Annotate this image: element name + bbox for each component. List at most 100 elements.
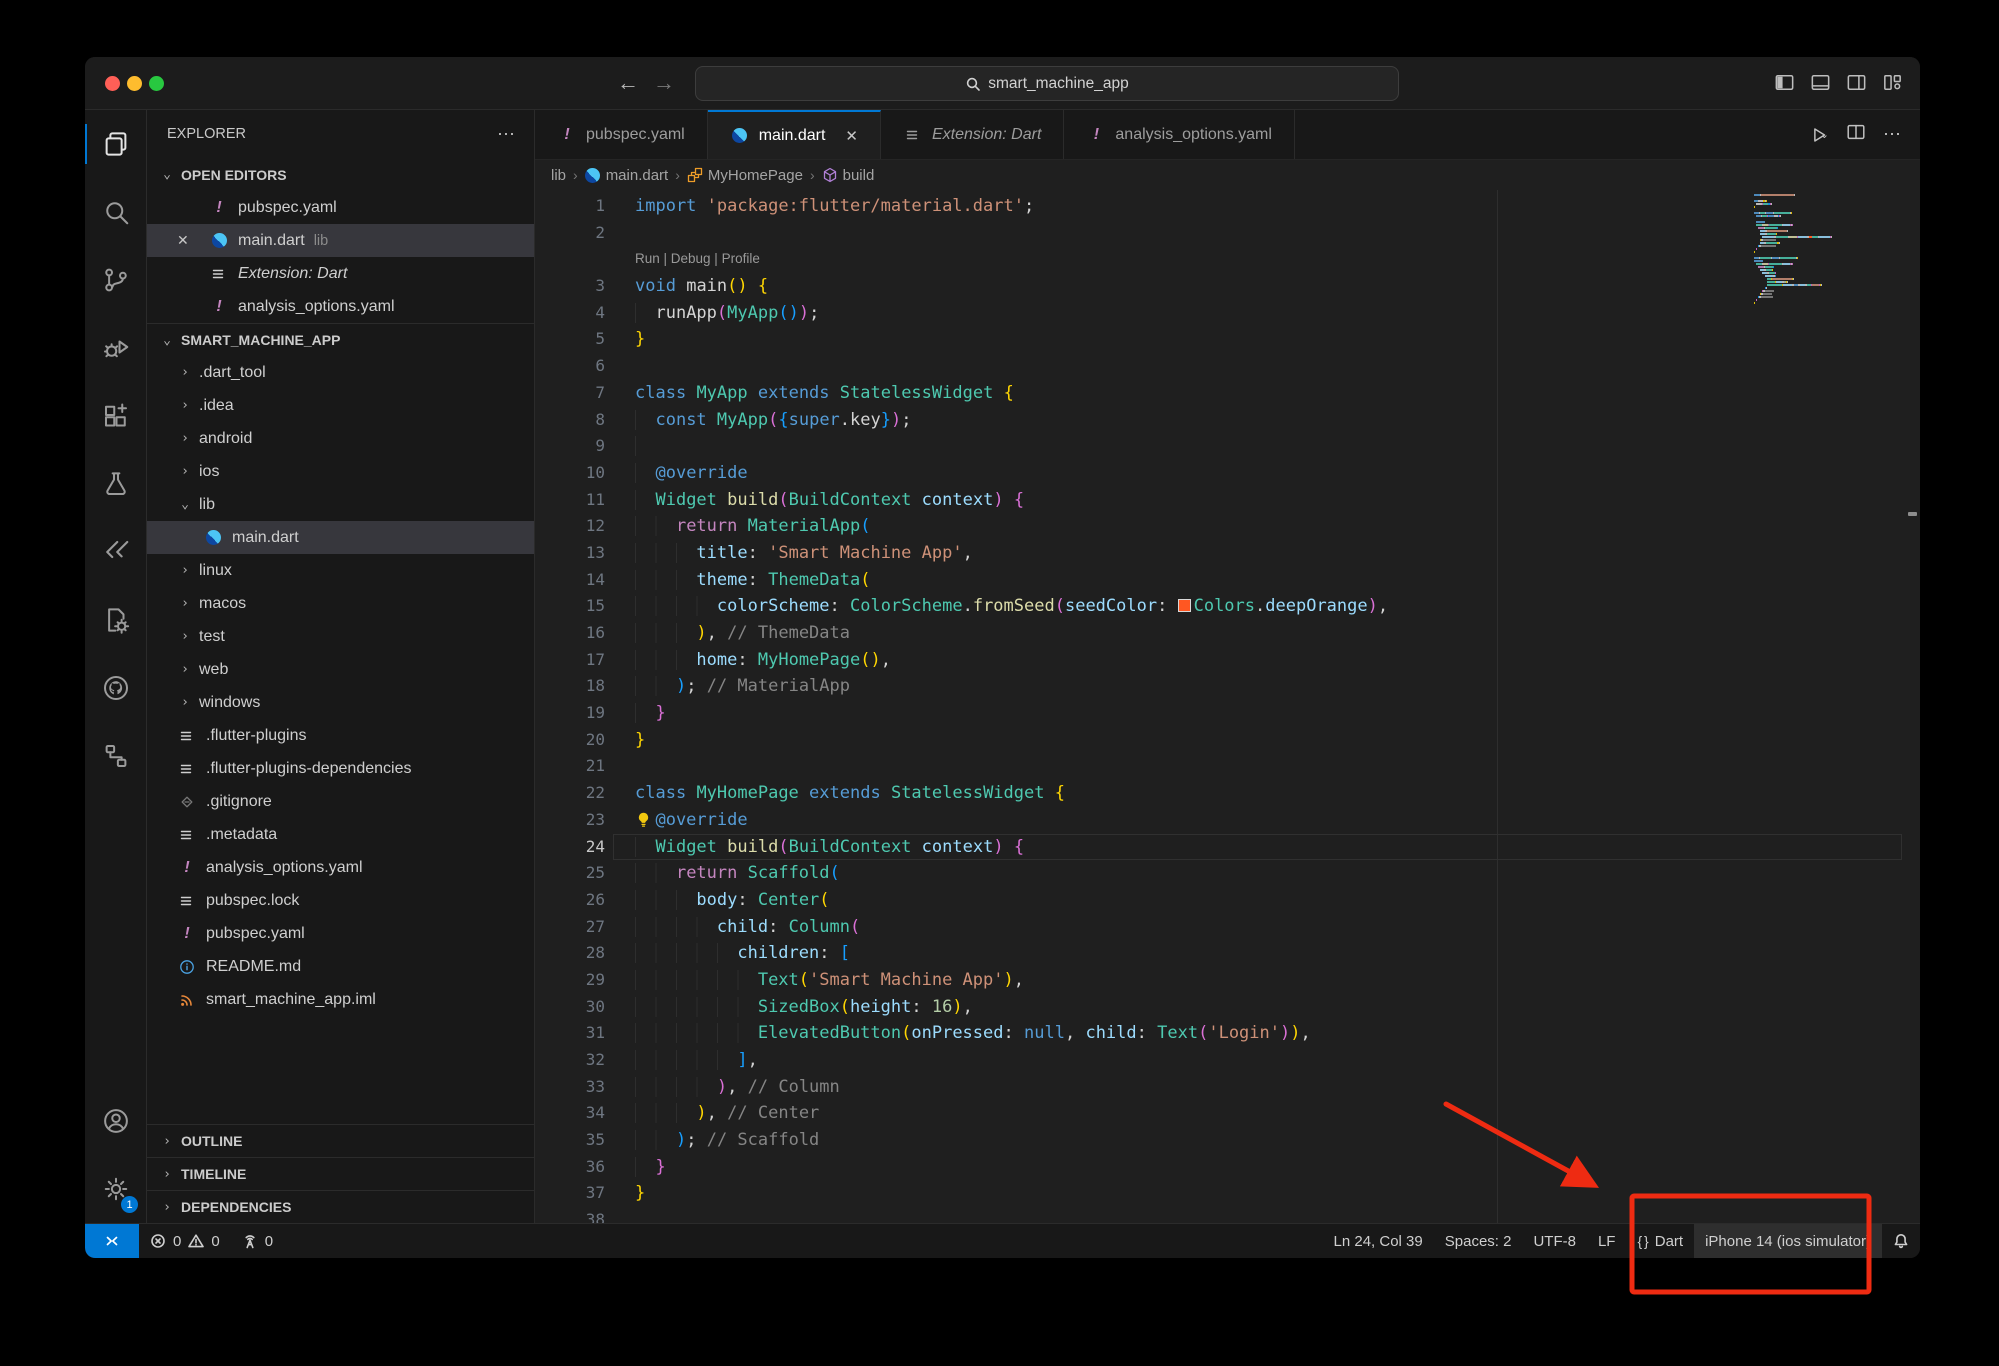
tree-item-smart_machine_app.iml[interactable]: smart_machine_app.iml — [147, 983, 534, 1016]
activity-run-config[interactable] — [85, 586, 146, 654]
tree-item-.metadata[interactable]: .metadata — [147, 818, 534, 851]
minimap[interactable] — [1754, 194, 1906, 308]
code-line-26[interactable]: 26 body: Center( — [535, 887, 1920, 914]
code-line-27[interactable]: 27 child: Column( — [535, 914, 1920, 941]
tree-item-.gitignore[interactable]: .gitignore — [147, 785, 534, 818]
code-line-13[interactable]: 13 title: 'Smart Machine App', — [535, 540, 1920, 567]
code-line-17[interactable]: 17 home: MyHomePage(), — [535, 647, 1920, 674]
open-editor-main.dart[interactable]: ✕main.dartlib — [147, 224, 534, 257]
more-actions-icon[interactable]: ⋯ — [1883, 124, 1902, 145]
code-line-32[interactable]: 32 ], — [535, 1047, 1920, 1074]
breadcrumb-MyHomePage[interactable]: MyHomePage — [687, 167, 803, 184]
code-line-5[interactable]: 5} — [535, 326, 1920, 353]
status-ports[interactable]: 0 — [231, 1224, 284, 1258]
split-editor-icon[interactable] — [1845, 121, 1867, 148]
code-line-38[interactable]: 38 — [535, 1207, 1920, 1223]
tree-item-windows[interactable]: ›windows — [147, 686, 534, 719]
activity-project-manager[interactable] — [85, 722, 146, 790]
toggle-secondary-sidebar-icon[interactable] — [1845, 71, 1868, 99]
open-editors-section-header[interactable]: ⌄ OPEN EDITORS — [147, 158, 534, 191]
code-line-15[interactable]: 15 colorScheme: ColorScheme.fromSeed(see… — [535, 593, 1920, 620]
code-line-25[interactable]: 25 return Scaffold( — [535, 860, 1920, 887]
tab-Extension: Dart[interactable]: Extension: Dart — [881, 110, 1064, 159]
activity-extensions[interactable] — [85, 382, 146, 450]
code-line-8[interactable]: 8 const MyApp({super.key}); — [535, 407, 1920, 434]
code-line-11[interactable]: 11 Widget build(BuildContext context) { — [535, 487, 1920, 514]
tree-item-analysis_options.yaml[interactable]: !analysis_options.yaml — [147, 851, 534, 884]
customize-layout-icon[interactable] — [1881, 71, 1904, 99]
section-timeline[interactable]: ›TIMELINE — [147, 1157, 534, 1190]
tree-item-.dart_tool[interactable]: ›.dart_tool — [147, 356, 534, 389]
close-icon[interactable]: ✕ — [845, 127, 858, 145]
tree-item-android[interactable]: ›android — [147, 422, 534, 455]
code-line-36[interactable]: 36 } — [535, 1154, 1920, 1181]
code-line-19[interactable]: 19 } — [535, 700, 1920, 727]
activity-settings[interactable]: 1 — [85, 1155, 146, 1223]
code-line-21[interactable]: 21 — [535, 753, 1920, 780]
close-icon[interactable]: ✕ — [177, 232, 189, 249]
tree-item-.flutter-plugins-dependencies[interactable]: .flutter-plugins-dependencies — [147, 752, 534, 785]
activity-testing[interactable] — [85, 450, 146, 518]
code-line-9[interactable]: 9 — [535, 433, 1920, 460]
command-center-search[interactable]: smart_machine_app — [695, 66, 1399, 101]
activity-explorer[interactable] — [85, 110, 146, 178]
activity-flutter[interactable] — [85, 518, 146, 586]
breadcrumb-build[interactable]: build — [822, 167, 875, 184]
zoom-window-button[interactable] — [149, 76, 164, 91]
run-file-icon[interactable]: ⌄ — [1808, 124, 1829, 146]
scrollbar-thumb[interactable] — [1908, 512, 1917, 516]
code-line-34[interactable]: 34 ), // Center — [535, 1100, 1920, 1127]
tree-item-.flutter-plugins[interactable]: .flutter-plugins — [147, 719, 534, 752]
code-line-14[interactable]: 14 theme: ThemeData( — [535, 567, 1920, 594]
code-editor[interactable]: 1import 'package:flutter/material.dart';… — [535, 190, 1920, 1223]
tree-item-lib[interactable]: ⌄lib — [147, 488, 534, 521]
tree-item-pubspec.yaml[interactable]: !pubspec.yaml — [147, 917, 534, 950]
code-line-31[interactable]: 31 ElevatedButton(onPressed: null, child… — [535, 1020, 1920, 1047]
code-line-24[interactable]: 24 Widget build(BuildContext context) { — [535, 834, 1920, 861]
code-line-35[interactable]: 35 ); // Scaffold — [535, 1127, 1920, 1154]
minimize-window-button[interactable] — [127, 76, 142, 91]
code-line-18[interactable]: 18 ); // MaterialApp — [535, 673, 1920, 700]
code-line-23[interactable]: 23@override — [535, 807, 1920, 834]
section-dependencies[interactable]: ›DEPENDENCIES — [147, 1190, 534, 1223]
activity-accounts[interactable] — [85, 1087, 146, 1155]
tree-item-pubspec.lock[interactable]: pubspec.lock — [147, 884, 534, 917]
breadcrumb-lib[interactable]: lib — [551, 167, 566, 184]
code-line-22[interactable]: 22class MyHomePage extends StatelessWidg… — [535, 780, 1920, 807]
activity-run-and-debug[interactable] — [85, 314, 146, 382]
breadcrumb-main.dart[interactable]: main.dart — [585, 167, 669, 184]
close-window-button[interactable] — [105, 76, 120, 91]
open-editor-pubspec.yaml[interactable]: !pubspec.yaml — [147, 191, 534, 224]
code-line-12[interactable]: 12 return MaterialApp( — [535, 513, 1920, 540]
code-line-1[interactable]: 1import 'package:flutter/material.dart'; — [535, 193, 1920, 220]
code-line-3[interactable]: 3void main() { — [535, 273, 1920, 300]
project-section-header[interactable]: ⌄ SMART_MACHINE_APP — [147, 323, 534, 356]
toggle-primary-sidebar-icon[interactable] — [1773, 71, 1796, 99]
open-editor-analysis_options.yaml[interactable]: !analysis_options.yaml — [147, 290, 534, 323]
activity-source-control[interactable] — [85, 246, 146, 314]
code-line-37[interactable]: 37} — [535, 1180, 1920, 1207]
code-line-29[interactable]: 29 Text('Smart Machine App'), — [535, 967, 1920, 994]
status-encoding[interactable]: UTF-8 — [1522, 1224, 1587, 1258]
code-line-10[interactable]: 10 @override — [535, 460, 1920, 487]
status-eol[interactable]: LF — [1587, 1224, 1627, 1258]
toggle-panel-icon[interactable] — [1809, 71, 1832, 99]
status-problems[interactable]: 00 — [139, 1224, 231, 1258]
open-editor-Extension: Dart[interactable]: Extension: Dart — [147, 257, 534, 290]
section-outline[interactable]: ›OUTLINE — [147, 1124, 534, 1157]
tab-main.dart[interactable]: main.dart✕ — [708, 110, 881, 159]
tree-item-ios[interactable]: ›ios — [147, 455, 534, 488]
status-language-mode[interactable]: { }Dart — [1626, 1224, 1694, 1258]
status-cursor-position[interactable]: Ln 24, Col 39 — [1323, 1224, 1434, 1258]
code-line-6[interactable]: 6 — [535, 353, 1920, 380]
code-line-30[interactable]: 30 SizedBox(height: 16), — [535, 994, 1920, 1021]
tree-item-README.md[interactable]: README.md — [147, 950, 534, 983]
navigate-forward-button[interactable]: → — [653, 70, 675, 96]
status-indentation[interactable]: Spaces: 2 — [1434, 1224, 1523, 1258]
navigate-back-button[interactable]: ← — [617, 70, 639, 96]
status-device-selector[interactable]: iPhone 14 (ios simulator) — [1694, 1224, 1882, 1258]
tree-item-.idea[interactable]: ›.idea — [147, 389, 534, 422]
activity-github[interactable] — [85, 654, 146, 722]
status-remote-indicator[interactable] — [85, 1224, 139, 1258]
explorer-more-actions-icon[interactable]: ⋯ — [497, 124, 516, 145]
